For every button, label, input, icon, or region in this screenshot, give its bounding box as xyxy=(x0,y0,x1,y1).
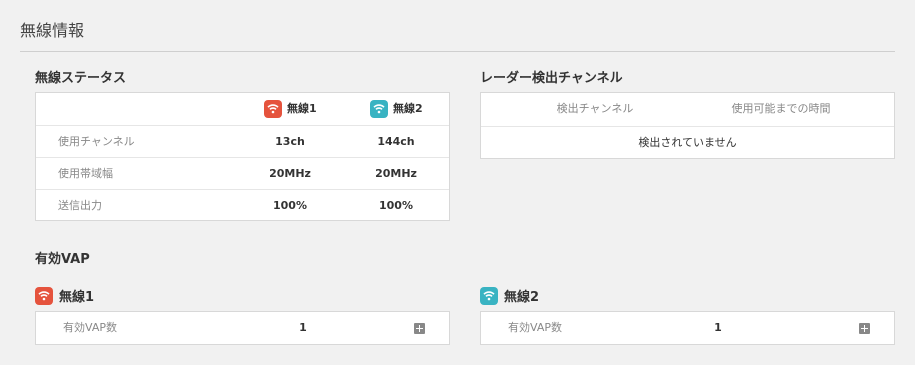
channel-radio1: 13ch xyxy=(275,135,305,148)
table-row: 送信出力 100% 100% xyxy=(36,189,449,221)
column-header-channel: 検出チャンネル xyxy=(556,102,634,115)
status-table: 無線1 無線2 使用チャンネル 13ch 144ch 使用帯域幅 20MHz 2… xyxy=(35,92,450,221)
vap-count-value: 1 xyxy=(714,321,722,334)
vap-band-title-radio2: 無線2 xyxy=(480,286,539,305)
add-vap-button[interactable] xyxy=(414,323,425,334)
vap-panel-radio1: 有効VAP数 1 xyxy=(35,311,450,345)
title-divider xyxy=(20,51,895,52)
bandwidth-radio1: 20MHz xyxy=(269,167,311,180)
vap-band-title-radio1: 無線1 xyxy=(35,286,94,305)
wifi-icon xyxy=(35,286,53,305)
power-radio1: 100% xyxy=(273,199,307,212)
table-row: 使用帯域幅 20MHz 20MHz xyxy=(36,157,449,189)
vap-count-label: 有効VAP数 xyxy=(508,321,562,334)
column-header-radio1: 無線1 xyxy=(264,93,317,124)
bandwidth-radio2: 20MHz xyxy=(375,167,417,180)
column-header-radio2: 無線2 xyxy=(370,93,423,124)
status-heading: 無線ステータス xyxy=(35,71,127,86)
radar-heading: レーダー検出チャンネル xyxy=(480,71,623,86)
vap-heading: 有効VAP xyxy=(35,252,90,267)
status-header-row: 無線1 無線2 xyxy=(36,93,449,125)
vap-count-value: 1 xyxy=(299,321,307,334)
add-vap-button[interactable] xyxy=(859,323,870,334)
row-label: 使用チャンネル xyxy=(58,135,135,148)
empty-message: 検出されていません xyxy=(638,136,737,149)
page-title: 無線情報 xyxy=(20,21,85,40)
wifi-icon xyxy=(370,99,388,118)
row-label: 送信出力 xyxy=(58,199,102,212)
power-radio2: 100% xyxy=(379,199,413,212)
channel-radio2: 144ch xyxy=(377,135,415,148)
radar-empty-row: 検出されていません xyxy=(481,126,894,158)
column-header-time: 使用可能までの時間 xyxy=(731,102,831,115)
radar-table: 検出チャンネル 使用可能までの時間 検出されていません xyxy=(480,92,895,159)
vap-panel-radio2: 有効VAP数 1 xyxy=(480,311,895,345)
wifi-icon xyxy=(264,99,282,118)
row-label: 使用帯域幅 xyxy=(58,167,113,180)
radar-header-row: 検出チャンネル 使用可能までの時間 xyxy=(481,93,894,125)
vap-count-label: 有効VAP数 xyxy=(63,321,117,334)
table-row: 使用チャンネル 13ch 144ch xyxy=(36,125,449,157)
wifi-icon xyxy=(480,286,498,305)
